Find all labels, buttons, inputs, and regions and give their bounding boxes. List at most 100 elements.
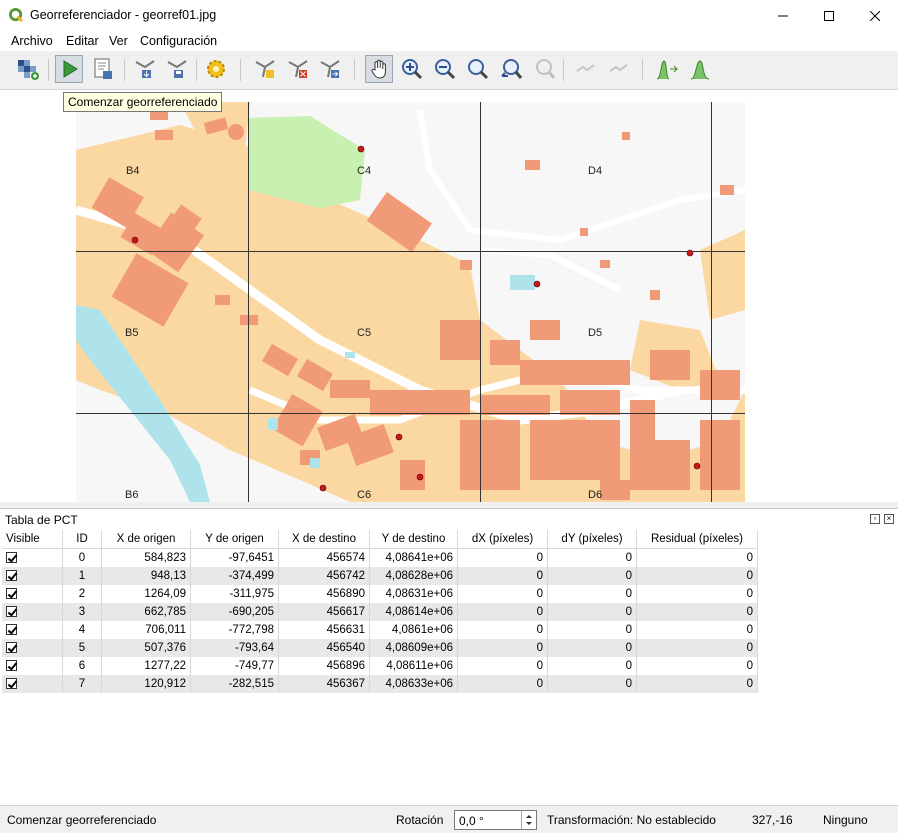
table-cell[interactable]: -311,975 — [190, 585, 279, 603]
zoom-last-button[interactable] — [497, 55, 525, 83]
close-button[interactable] — [852, 0, 898, 31]
gcp-marker[interactable] — [416, 473, 424, 481]
table-cell[interactable]: 4,08633e+06 — [369, 675, 458, 693]
table-cell[interactable]: 1264,09 — [101, 585, 191, 603]
visible-checkbox[interactable] — [6, 588, 17, 600]
table-cell[interactable]: 4,08631e+06 — [369, 585, 458, 603]
table-cell[interactable]: 662,785 — [101, 603, 191, 621]
table-cell[interactable]: 1 — [62, 567, 102, 585]
table-cell[interactable]: 456574 — [278, 548, 370, 567]
generate-gdal-script-button[interactable] — [89, 55, 117, 83]
pan-button[interactable] — [365, 55, 393, 83]
link-georeferencer-button[interactable] — [572, 55, 600, 83]
table-cell[interactable]: 0 — [636, 639, 758, 657]
column-header[interactable]: Visible — [2, 530, 63, 549]
float-panel-icon[interactable]: ▫ — [870, 514, 880, 524]
table-cell[interactable]: 456890 — [278, 585, 370, 603]
table-cell[interactable]: 507,376 — [101, 639, 191, 657]
visible-cell[interactable] — [2, 657, 63, 675]
visible-cell[interactable] — [2, 603, 63, 621]
table-cell[interactable]: 0 — [457, 585, 548, 603]
gcp-marker[interactable] — [686, 249, 694, 257]
table-cell[interactable]: 6 — [62, 657, 102, 675]
table-cell[interactable]: 4,08609e+06 — [369, 639, 458, 657]
link-qgis-button[interactable] — [605, 55, 633, 83]
table-cell[interactable]: 4 — [62, 621, 102, 639]
table-cell[interactable]: 0 — [62, 548, 102, 567]
table-cell[interactable]: 0 — [636, 675, 758, 693]
table-cell[interactable]: 456742 — [278, 567, 370, 585]
table-cell[interactable]: 0 — [547, 567, 637, 585]
zoom-next-button[interactable] — [530, 55, 558, 83]
table-row[interactable]: 4 706,011 -772,798 456631 4,0861e+06 0 0 0 — [2, 621, 758, 639]
local-histogram-stretch-button[interactable] — [686, 55, 714, 83]
table-cell[interactable]: 0 — [547, 621, 637, 639]
maximize-button[interactable] — [806, 0, 852, 31]
table-cell[interactable]: 0 — [457, 621, 548, 639]
table-row[interactable]: 1 948,13 -374,499 456742 4,08628e+06 0 0 0 — [2, 567, 758, 585]
gcp-marker[interactable] — [533, 280, 541, 288]
rotation-spinbox[interactable]: 0,0 ° — [454, 810, 537, 830]
gcp-marker[interactable] — [131, 236, 139, 244]
visible-checkbox[interactable] — [6, 570, 17, 582]
table-cell[interactable]: 948,13 — [101, 567, 191, 585]
table-cell[interactable]: 0 — [457, 639, 548, 657]
move-point-button[interactable] — [316, 55, 344, 83]
start-georeferencing-button[interactable] — [55, 55, 83, 83]
zoom-to-layer-button[interactable] — [464, 55, 492, 83]
transformation-settings-button[interactable] — [202, 55, 230, 83]
zoom-in-button[interactable] — [398, 55, 426, 83]
table-cell[interactable]: 456896 — [278, 657, 370, 675]
table-cell[interactable]: 2 — [62, 585, 102, 603]
visible-cell[interactable] — [2, 585, 63, 603]
table-cell[interactable]: -749,77 — [190, 657, 279, 675]
table-cell[interactable]: -282,515 — [190, 675, 279, 693]
table-cell[interactable]: -97,6451 — [190, 548, 279, 567]
visible-checkbox[interactable] — [6, 660, 17, 672]
menu-ver[interactable]: Ver — [109, 34, 128, 48]
visible-cell[interactable] — [2, 621, 63, 639]
table-cell[interactable]: 4,08641e+06 — [369, 548, 458, 567]
add-point-button[interactable] — [251, 55, 279, 83]
close-panel-icon[interactable]: × — [884, 514, 894, 524]
table-cell[interactable]: 4,08628e+06 — [369, 567, 458, 585]
table-row[interactable]: 2 1264,09 -311,975 456890 4,08631e+06 0 0 0 — [2, 585, 758, 603]
crs-status[interactable]: Ninguno — [823, 813, 868, 827]
table-cell[interactable]: 0 — [457, 675, 548, 693]
raster-map[interactable]: B4 C4 D4 B5 C5 D5 B6 C6 D6 — [0, 90, 898, 502]
table-cell[interactable]: 456540 — [278, 639, 370, 657]
table-cell[interactable]: -772,798 — [190, 621, 279, 639]
visible-checkbox[interactable] — [6, 642, 17, 654]
table-cell[interactable]: 0 — [457, 548, 548, 567]
visible-cell[interactable] — [2, 639, 63, 657]
column-header[interactable]: Y de origen — [190, 530, 279, 549]
table-cell[interactable]: 4,08611e+06 — [369, 657, 458, 675]
save-gcp-points-button[interactable] — [163, 55, 191, 83]
zoom-out-button[interactable] — [431, 55, 459, 83]
gcp-marker[interactable] — [693, 462, 701, 470]
full-histogram-stretch-button[interactable] — [653, 55, 681, 83]
delete-point-button[interactable] — [284, 55, 312, 83]
table-cell[interactable]: 0 — [547, 639, 637, 657]
table-cell[interactable]: 456367 — [278, 675, 370, 693]
table-row[interactable]: 5 507,376 -793,64 456540 4,08609e+06 0 0 0 — [2, 639, 758, 657]
table-row[interactable]: 0 584,823 -97,6451 456574 4,08641e+06 0 0 0 — [2, 548, 758, 567]
column-header[interactable]: Residual (píxeles) — [636, 530, 758, 549]
table-cell[interactable]: 0 — [636, 621, 758, 639]
visible-checkbox[interactable] — [6, 606, 17, 618]
table-cell[interactable]: 5 — [62, 639, 102, 657]
load-gcp-points-button[interactable] — [131, 55, 159, 83]
table-cell[interactable]: 0 — [457, 657, 548, 675]
table-cell[interactable]: -793,64 — [190, 639, 279, 657]
gcp-marker[interactable] — [357, 145, 365, 153]
table-cell[interactable]: 0 — [636, 603, 758, 621]
table-cell[interactable]: 0 — [457, 603, 548, 621]
column-header[interactable]: dY (píxeles) — [547, 530, 637, 549]
minimize-button[interactable] — [760, 0, 806, 31]
table-cell[interactable]: 706,011 — [101, 621, 191, 639]
table-cell[interactable]: 0 — [457, 567, 548, 585]
table-cell[interactable]: 3 — [62, 603, 102, 621]
table-cell[interactable]: 4,0861e+06 — [369, 621, 458, 639]
table-cell[interactable]: 0 — [547, 548, 637, 567]
table-cell[interactable]: 584,823 — [101, 548, 191, 567]
